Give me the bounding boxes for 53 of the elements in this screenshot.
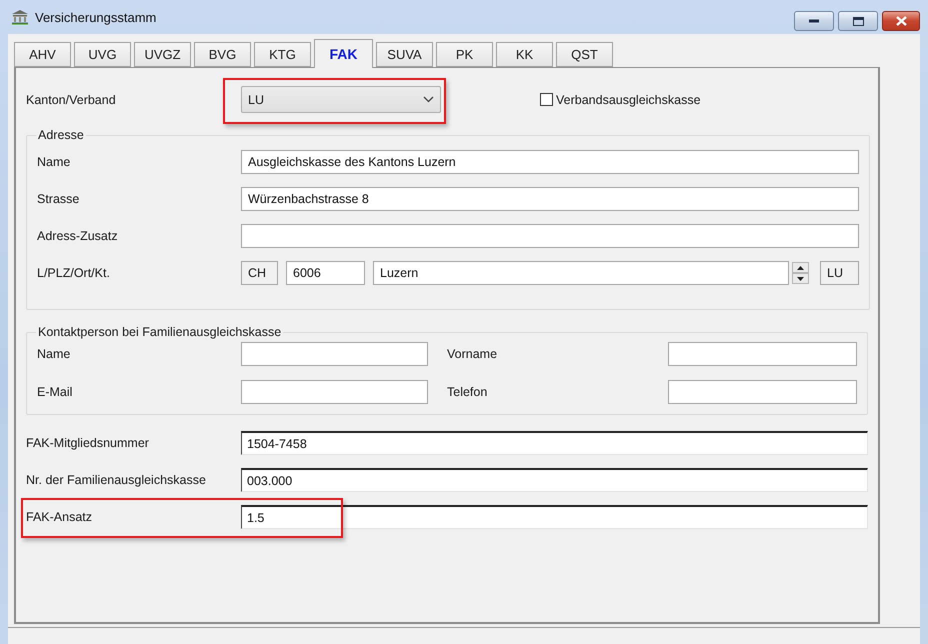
zip-field[interactable]: 6006 [286, 261, 365, 285]
text-field[interactable]: Würzenbachstrasse 8 [241, 187, 859, 211]
tab[interactable]: QST [556, 42, 613, 67]
field-label: L/PLZ/Ort/Kt. [37, 266, 111, 280]
canton-dropdown[interactable]: LU [241, 86, 441, 113]
country-field[interactable]: CH [241, 261, 278, 285]
field-label: E-Mail [37, 385, 74, 399]
tab[interactable]: FAK [314, 39, 373, 68]
tab[interactable]: SUVA [376, 42, 433, 67]
tab[interactable]: PK [436, 42, 493, 67]
association-checkbox[interactable]: Verbandsausgleichskasse [540, 92, 868, 106]
tab[interactable]: UVGZ [134, 42, 191, 67]
tab[interactable]: BVG [194, 42, 251, 67]
text-field[interactable] [241, 380, 428, 404]
spin-up-button[interactable] [792, 262, 809, 273]
text-field[interactable] [668, 380, 857, 404]
field-label: Adress-Zusatz [37, 229, 119, 243]
text-field[interactable]: 1.5 [241, 505, 868, 529]
tab[interactable]: UVG [74, 42, 131, 67]
chevron-down-icon [423, 96, 434, 103]
minimize-icon [809, 19, 819, 23]
tab[interactable]: AHV [14, 42, 71, 67]
group-title: Kontaktperson bei Familienausgleichskasse [37, 325, 282, 339]
window-title: Versicherungsstamm [35, 10, 158, 24]
close-icon [896, 16, 906, 26]
field-label: FAK-Ansatz [26, 510, 93, 524]
text-field[interactable]: Ausgleichskasse des Kantons Luzern [241, 150, 859, 174]
tab[interactable]: KK [496, 42, 553, 67]
field-label: Nr. der Familienausgleichskasse [26, 473, 207, 487]
field-label: Kanton/Verband [26, 92, 117, 106]
maximize-button[interactable] [838, 11, 878, 31]
field-label: FAK-Mitgliedsnummer [26, 436, 150, 450]
text-field[interactable]: 003.000 [241, 468, 868, 492]
text-field[interactable] [668, 342, 857, 366]
field-label: Name [37, 347, 72, 361]
field-label: Name [37, 155, 72, 169]
spin-down-button[interactable] [792, 273, 809, 284]
tab[interactable]: KTG [254, 42, 311, 67]
group-title: Adresse [37, 128, 85, 142]
up-arrow-icon [797, 266, 804, 270]
close-button[interactable] [882, 11, 920, 31]
text-field[interactable] [241, 342, 428, 366]
field-label: Vorname [447, 347, 498, 361]
down-arrow-icon [797, 276, 804, 280]
field-label: Strasse [37, 192, 80, 206]
minimize-button[interactable] [794, 11, 834, 31]
city-field[interactable]: Luzern [373, 261, 789, 285]
canton-field[interactable]: LU [820, 261, 859, 285]
text-field[interactable]: 1504-7458 [241, 431, 868, 455]
maximize-icon [852, 16, 864, 26]
field-label: Telefon [447, 385, 488, 399]
building-icon [11, 9, 29, 25]
text-field[interactable] [241, 224, 859, 248]
